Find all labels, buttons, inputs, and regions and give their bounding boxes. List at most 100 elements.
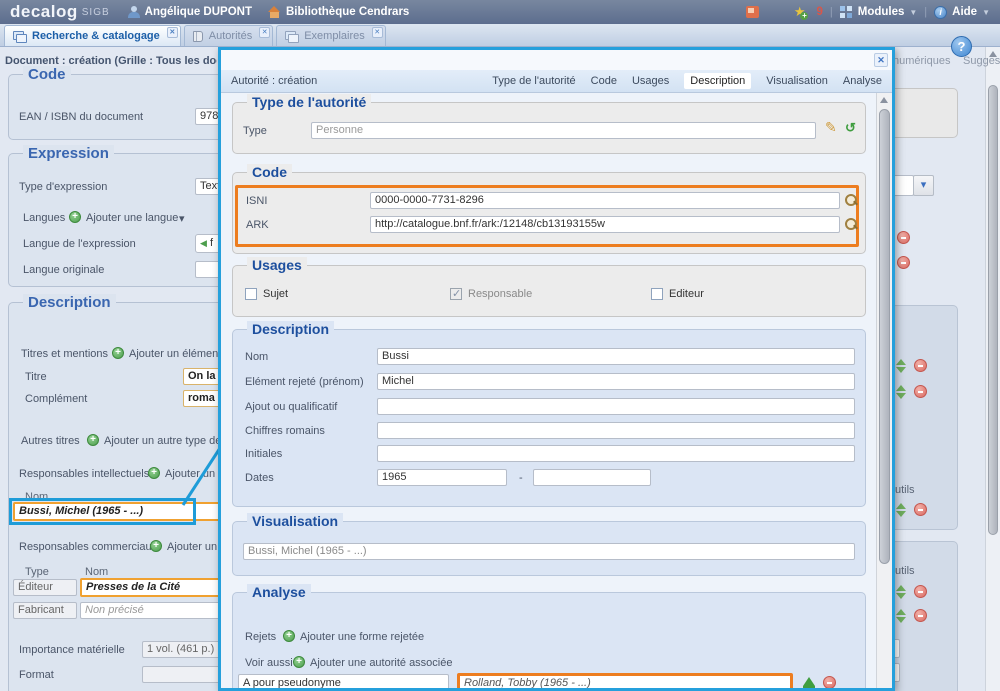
nav-code[interactable]: Code [591,75,617,87]
scrollbar-thumb[interactable] [988,85,998,535]
add-icon[interactable] [148,467,160,479]
relation-select[interactable]: A pour pseudonyme [238,674,449,691]
resp-intellectuels-label: Responsables intellectuels [19,468,149,480]
ark-input[interactable]: http://catalogue.bnf.fr/ark:/12148/cb131… [370,216,840,233]
reorder-icon[interactable] [896,385,907,399]
nom-column-header: Nom [85,566,108,578]
undo-icon[interactable] [845,120,856,136]
close-icon[interactable] [259,27,270,38]
section-analyse: Analyse Rejets Ajouter une forme rejetée… [232,592,866,691]
nom-input[interactable]: Bussi [377,348,855,365]
section-expression-bg: Expression Type d'expression Texte Langu… [8,153,221,287]
add-editeur-link[interactable]: Ajouter un édi [167,541,221,553]
search-icon[interactable] [844,193,858,207]
nav-visualisation[interactable]: Visualisation [766,75,828,87]
complement-input[interactable]: roma [183,390,221,407]
remove-icon[interactable] [914,609,927,622]
section-legend: Code [247,164,292,180]
library-menu[interactable]: Bibliothèque Cendrars [268,6,409,18]
scroll-up-icon[interactable] [880,97,888,103]
nav-description[interactable]: Description [684,73,751,89]
dates-from-input[interactable]: 1965 [377,469,507,486]
add-icon[interactable] [112,347,124,359]
caret-down-icon [982,8,990,17]
add-titre-link[interactable]: Ajouter un élément de [129,348,221,360]
reorder-icon[interactable] [896,609,907,623]
type-expression-label: Type d'expression [19,181,107,193]
add-rejet-link[interactable]: Ajouter une forme rejetée [300,631,424,643]
responsable-checkbox[interactable] [450,288,462,300]
remove-icon[interactable] [897,231,910,244]
titres-mentions-label: Titres et mentions [21,348,108,360]
format-input[interactable] [142,666,221,683]
favorites-button[interactable]: ★ 9 [794,6,823,18]
page-scrollbar[interactable] [985,47,1000,691]
nav-type-autorite[interactable]: Type de l'autorité [492,75,575,87]
autorite-associee-input[interactable]: Rolland, Tobby (1965 - ...) [457,673,793,691]
pencil-icon[interactable] [825,119,837,136]
add-icon[interactable] [283,630,295,642]
help-menu[interactable]: Aide [934,6,990,19]
chevron-down-icon[interactable] [913,175,934,196]
remove-icon[interactable] [914,385,927,398]
titre-input[interactable]: On la [183,368,221,385]
add-icon[interactable] [150,540,162,552]
add-icon[interactable] [69,211,81,223]
scrollbar-thumb[interactable] [879,109,890,564]
add-icon[interactable] [293,656,305,668]
initiales-input[interactable] [377,445,855,462]
remove-icon[interactable] [823,676,836,689]
left-arrow-icon[interactable] [200,238,207,248]
user-name: Angélique DUPONT [145,6,252,18]
isni-input[interactable]: 0000-0000-7731-8296 [370,192,840,209]
add-langue-link[interactable]: Ajouter une langue [86,212,178,224]
move-up-icon[interactable] [803,677,815,686]
dates-to-input[interactable] [533,469,651,486]
reorder-icon[interactable] [896,585,907,599]
section-usages: Usages Sujet Responsable Editeur [232,265,866,317]
element-rejete-input[interactable]: Michel [377,373,855,390]
modules-menu[interactable]: Modules [840,6,918,18]
tab-autorites[interactable]: Autorités [184,25,273,46]
remove-icon[interactable] [897,256,910,269]
modules-label: Modules [858,6,905,18]
importance-input[interactable]: 1 vol. (461 p.) [142,641,221,658]
type-input[interactable]: Personne [311,122,816,139]
tab-recherche-catalogage[interactable]: Recherche & catalogage [4,25,181,46]
add-icon[interactable] [87,434,99,446]
ajout-qualificatif-label: Ajout ou qualificatif [245,401,337,413]
modal-scrollbar[interactable] [876,93,892,688]
sujet-checkbox[interactable] [245,288,257,300]
editeur-type-cell[interactable]: Éditeur [13,579,77,596]
chiffres-romains-input[interactable] [377,422,855,439]
search-icon[interactable] [844,217,858,231]
fabricant-type-cell[interactable]: Fabricant [13,602,77,619]
tab-exemplaires[interactable]: Exemplaires [276,25,386,46]
rejets-label: Rejets [245,631,276,643]
close-icon[interactable] [874,53,888,67]
close-icon[interactable] [167,27,178,38]
modal-body: Type de l'autorité Type Personne Code IS… [221,93,876,688]
nav-usages[interactable]: Usages [632,75,669,87]
reorder-icon[interactable] [896,503,907,517]
user-menu[interactable]: Angélique DUPONT [128,6,252,18]
fabricant-nom-cell[interactable]: Non précisé [80,602,221,619]
window-switch-icon[interactable] [746,6,759,18]
editeur-nom-cell[interactable]: Presses de la Cité [80,578,221,597]
nav-analyse[interactable]: Analyse [843,75,882,87]
visualisation-input[interactable]: Bussi, Michel (1965 - ...) [243,543,855,560]
select-fragment[interactable] [892,175,914,196]
ajout-qualificatif-input[interactable] [377,398,855,415]
close-icon[interactable] [372,27,383,38]
remove-icon[interactable] [914,359,927,372]
remove-icon[interactable] [914,503,927,516]
reorder-icon[interactable] [896,359,907,373]
help-icon[interactable] [951,36,972,57]
section-legend: Visualisation [247,513,343,529]
help-label: Aide [952,6,977,18]
background-form-left: Code EAN / ISBN du document 978-2 Expres… [0,47,221,691]
add-voir-aussi-link[interactable]: Ajouter une autorité associée [310,657,452,669]
editeur-checkbox[interactable] [651,288,663,300]
langues-label: Langues [23,212,65,224]
remove-icon[interactable] [914,585,927,598]
